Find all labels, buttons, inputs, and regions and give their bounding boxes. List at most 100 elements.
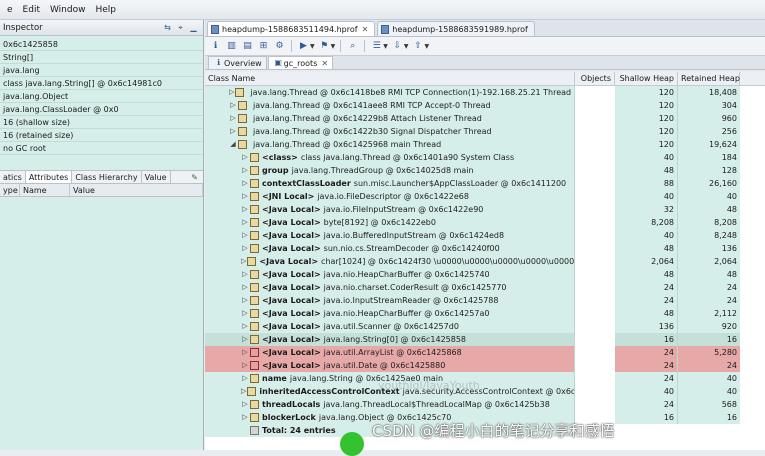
column-name[interactable]: Name	[20, 184, 70, 196]
expand-toggle-icon[interactable]: ◢	[229, 138, 237, 151]
table-row[interactable]: ▷ <Java Local> java.io.FileInputStream @ 0…	[205, 203, 765, 216]
table-row[interactable]: ▷ <Java Local> java.nio.charset.CoderResul…	[205, 281, 765, 294]
expand-toggle-icon[interactable]: ▷	[241, 398, 249, 411]
table-row[interactable]: ▷ <Java Local> java.lang.String[0] @ 0x6c1…	[205, 333, 765, 346]
table-row[interactable]: ▷ <JNI Local> java.io.FileDescriptor @ 0x6…	[205, 190, 765, 203]
class-name-cell[interactable]: ▷ <Java Local> java.io.FileInputStream @ 0…	[205, 203, 575, 216]
table-row[interactable]: ▷ <class> class java.lang.Thread @ 0x6c140…	[205, 151, 765, 164]
table-row[interactable]: ▷ <Java Local> java.io.InputStreamReader @…	[205, 294, 765, 307]
expand-toggle-icon[interactable]: ▷	[241, 372, 249, 385]
menu-item[interactable]: Help	[90, 0, 121, 20]
table-row[interactable]: ▷ threadLocals java.lang.ThreadLocal$Threa…	[205, 398, 765, 411]
histogram-icon[interactable]: ▥	[225, 40, 238, 53]
table-row[interactable]: ▷ <Java Local> byte[8192] @ 0x6c1422eb0 8,2…	[205, 216, 765, 229]
tab-value[interactable]: Value	[142, 171, 171, 183]
table-row[interactable]: ◢ java.lang.Thread @ 0x6c1425968 main Thr…	[205, 138, 765, 151]
table-row[interactable]: ▷ <Java Local> java.io.BufferedInputStream…	[205, 229, 765, 242]
class-name-cell[interactable]: ▷ java.lang.Thread @ 0x6c14229b8 Attach L…	[205, 112, 575, 125]
class-name-cell[interactable]: ▷ <Java Local> sun.nio.cs.StreamDecoder @ …	[205, 242, 575, 255]
class-name-cell[interactable]: ▷ group java.lang.ThreadGroup @ 0x6c14025d…	[205, 164, 575, 177]
expand-toggle-icon[interactable]: ▷	[241, 359, 249, 372]
column-retained-heap[interactable]: Retained Heap	[678, 72, 740, 85]
expand-toggle-icon[interactable]: ▷	[241, 190, 249, 203]
tab-overview[interactable]: ℹ Overview	[208, 56, 267, 69]
class-name-cell[interactable]: ▷ <JNI Local> java.io.FileDescriptor @ 0x6…	[205, 190, 575, 203]
export-icon[interactable]: ⇪	[412, 40, 425, 53]
chevron-down-icon[interactable]: ▼	[331, 43, 336, 50]
class-name-cell[interactable]: ▷ <Java Local> java.lang.String[0] @ 0x6c1…	[205, 333, 575, 346]
expand-toggle-icon[interactable]: ▷	[241, 242, 249, 255]
calculate-retained-icon[interactable]: ⇩	[391, 40, 404, 53]
table-row[interactable]: ▷ <Java Local> sun.nio.cs.StreamDecoder @ …	[205, 242, 765, 255]
table-row[interactable]: ▷ java.lang.Thread @ 0x6c14229b8 Attach L…	[205, 112, 765, 125]
class-name-cell[interactable]: ▷ <Java Local> java.io.BufferedInputStream…	[205, 229, 575, 242]
column-value[interactable]: Value	[70, 184, 203, 196]
dominator-tree-icon[interactable]: ▤	[241, 40, 254, 53]
expand-toggle-icon[interactable]: ▷	[241, 385, 246, 398]
class-name-cell[interactable]: ▷ <Java Local> java.io.InputStreamReader @…	[205, 294, 575, 307]
oql-icon[interactable]: ⊞	[257, 40, 270, 53]
chevron-down-icon[interactable]: ▼	[425, 43, 430, 50]
table-row[interactable]: ▷ <Java Local> char[1024] @ 0x6c1424f30 \u…	[205, 255, 765, 268]
class-name-cell[interactable]: ▷ java.lang.Thread @ 0x6c1422b30 Signal D…	[205, 125, 575, 138]
table-row[interactable]: ▷ inheritedAccessControlContext java.secur…	[205, 385, 765, 398]
expand-toggle-icon[interactable]: ▷	[229, 112, 237, 125]
class-name-cell[interactable]: ▷ java.lang.Thread @ 0x6c1418be8 RMI TCP …	[205, 86, 575, 99]
expand-toggle-icon[interactable]: ▷	[241, 164, 249, 177]
table-row[interactable]: ▷ <Java Local> java.nio.HeapCharBuffer @ 0…	[205, 307, 765, 320]
class-name-cell[interactable]: ▷ <class> class java.lang.Thread @ 0x6c140…	[205, 151, 575, 164]
expand-toggle-icon[interactable]: ▷	[241, 281, 249, 294]
class-name-cell[interactable]: ▷ <Java Local> java.nio.charset.CoderResul…	[205, 281, 575, 294]
table-row[interactable]: ▷ <Java Local> java.util.ArrayList @ 0x6c1…	[205, 346, 765, 359]
column-class-name[interactable]: Class Name	[205, 72, 575, 85]
expand-toggle-icon[interactable]: ▷	[241, 320, 249, 333]
pin-icon[interactable]: ✎	[191, 171, 203, 183]
expand-toggle-icon[interactable]: ▷	[241, 346, 249, 359]
expand-toggle-icon[interactable]: ▷	[241, 411, 249, 424]
tab-class-hierarchy[interactable]: Class Hierarchy	[72, 171, 142, 183]
class-name-cell[interactable]: ▷ <Java Local> java.nio.HeapCharBuffer @ 0…	[205, 307, 575, 320]
class-name-cell[interactable]: ◢ java.lang.Thread @ 0x6c1425968 main Thr…	[205, 138, 575, 151]
expand-toggle-icon[interactable]: ▷	[241, 151, 249, 164]
run-report-icon[interactable]: ▶	[297, 40, 310, 53]
query-browser-icon[interactable]: ⚑	[318, 40, 331, 53]
menu-item[interactable]: Edit	[18, 0, 45, 20]
table-row[interactable]: ▷ java.lang.Thread @ 0x6c141aee8 RMI TCP …	[205, 99, 765, 112]
expand-toggle-icon[interactable]: ▷	[241, 307, 249, 320]
column-objects[interactable]: Objects	[575, 72, 615, 85]
chevron-down-icon[interactable]: ▼	[310, 43, 315, 50]
info-icon[interactable]: ℹ	[209, 40, 222, 53]
editor-tab-heapdump-1[interactable]: heapdump-1588683511494.hprof ✕	[207, 21, 376, 36]
table-row[interactable]: ▷ name java.lang.String @ 0x6c1425ae0 main…	[205, 372, 765, 385]
tab-attributes[interactable]: Attributes	[25, 171, 73, 183]
expand-toggle-icon[interactable]: ▷	[241, 203, 249, 216]
column-shallow-heap[interactable]: Shallow Heap	[615, 72, 678, 85]
thread-overview-icon[interactable]: ⚙	[273, 40, 286, 53]
expand-toggle-icon[interactable]: ▷	[241, 268, 249, 281]
table-row[interactable]: ▷ <Java Local> java.util.Date @ 0x6c142588…	[205, 359, 765, 372]
class-name-cell[interactable]: ▷ <Java Local> char[1024] @ 0x6c1424f30 \u…	[205, 255, 575, 268]
table-row[interactable]: ▷ group java.lang.ThreadGroup @ 0x6c14025d…	[205, 164, 765, 177]
table-row[interactable]: ▷ java.lang.Thread @ 0x6c1422b30 Signal D…	[205, 125, 765, 138]
class-name-cell[interactable]: ▷ contextClassLoader sun.misc.Launcher$App…	[205, 177, 575, 190]
table-row[interactable]: ▷ contextClassLoader sun.misc.Launcher$App…	[205, 177, 765, 190]
expand-toggle-icon[interactable]: ▷	[241, 294, 249, 307]
minimize-icon[interactable]: ▁	[188, 22, 199, 33]
group-by-icon[interactable]: ☰	[370, 40, 383, 53]
class-name-cell[interactable]: ▷ <Java Local> java.util.Scanner @ 0x6c142…	[205, 320, 575, 333]
chevron-down-icon[interactable]: ▼	[404, 43, 409, 50]
tab-gc-roots[interactable]: ▣ gc_roots ✕	[267, 56, 334, 69]
editor-tab-heapdump-2[interactable]: heapdump-1588683591989.hprof	[377, 21, 535, 36]
class-name-cell[interactable]: ▷ threadLocals java.lang.ThreadLocal$Threa…	[205, 398, 575, 411]
sync-icon[interactable]: ⇆	[162, 22, 173, 33]
pin-icon[interactable]: ⌖	[175, 22, 186, 33]
expand-toggle-icon[interactable]: ▷	[241, 177, 249, 190]
class-name-cell[interactable]: ▷ <Java Local> byte[8192] @ 0x6c1422eb0	[205, 216, 575, 229]
chevron-down-icon[interactable]: ▼	[383, 43, 388, 50]
expand-toggle-icon[interactable]: ▷	[241, 255, 246, 268]
table-row[interactable]: ▷ java.lang.Thread @ 0x6c1418be8 RMI TCP …	[205, 86, 765, 99]
menu-item[interactable]: Window	[45, 0, 91, 20]
expand-toggle-icon[interactable]: ▷	[241, 216, 249, 229]
class-name-cell[interactable]: ▷ <Java Local> java.nio.HeapCharBuffer @ 0…	[205, 268, 575, 281]
expand-toggle-icon[interactable]: ▷	[241, 333, 249, 346]
